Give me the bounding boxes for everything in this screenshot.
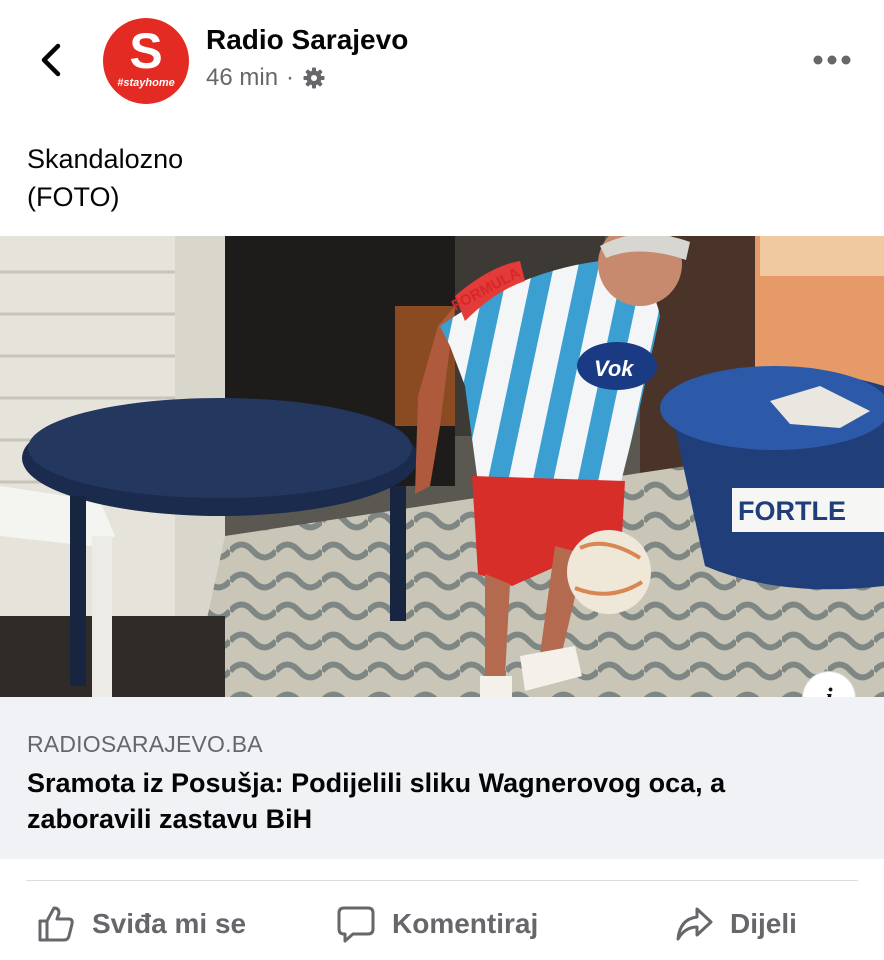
post-time[interactable]: 46 min: [206, 64, 278, 92]
shirt-sponsor: Vok: [594, 356, 635, 381]
like-label: Sviđa mi se: [92, 908, 247, 939]
link-domain: RADIOSARAJEVO.BA: [27, 731, 263, 757]
share-label: Dijeli: [730, 908, 797, 939]
comment-icon: [337, 906, 375, 943]
post-header: S #stayhome Radio Sarajevo 46 min ·: [0, 0, 884, 120]
bucket-label: FORTLE: [738, 496, 846, 526]
back-button[interactable]: [32, 38, 72, 82]
comment-button[interactable]: Komentiraj: [336, 902, 538, 946]
more-dots-icon: [813, 55, 851, 65]
post-text: Skandalozno (FOTO): [27, 140, 183, 216]
thumbs-up-icon: [38, 906, 74, 942]
avatar-tagline: #stayhome: [117, 77, 175, 89]
post-actions-bar: Sviđa mi se Komentiraj Dijeli: [0, 882, 884, 960]
photo-illustration: FORTLE FORMULA Vok: [0, 236, 884, 697]
post-meta: 46 min ·: [206, 64, 326, 92]
page-name[interactable]: Radio Sarajevo: [206, 24, 408, 56]
link-preview-image[interactable]: FORTLE FORMULA Vok: [0, 236, 884, 697]
post-text-line: Skandalozno: [27, 144, 184, 174]
meta-separator: ·: [286, 64, 295, 91]
action-divider: [26, 880, 858, 881]
share-icon: [676, 907, 713, 941]
chevron-left-icon: [41, 43, 61, 77]
like-button[interactable]: Sviđa mi se: [36, 902, 246, 946]
more-options-button[interactable]: [806, 44, 858, 76]
page-avatar[interactable]: S #stayhome: [103, 18, 189, 104]
link-title[interactable]: Sramota iz Posušja: Podijelili sliku Wag…: [27, 765, 847, 837]
link-preview-card[interactable]: RADIOSARAJEVO.BA Sramota iz Posušja: Pod…: [0, 697, 884, 859]
comment-label: Komentiraj: [392, 908, 539, 939]
share-button[interactable]: Dijeli: [674, 902, 797, 946]
avatar-letter: S: [129, 23, 163, 79]
gear-icon: [303, 67, 325, 89]
post-text-line: (FOTO): [27, 182, 120, 212]
